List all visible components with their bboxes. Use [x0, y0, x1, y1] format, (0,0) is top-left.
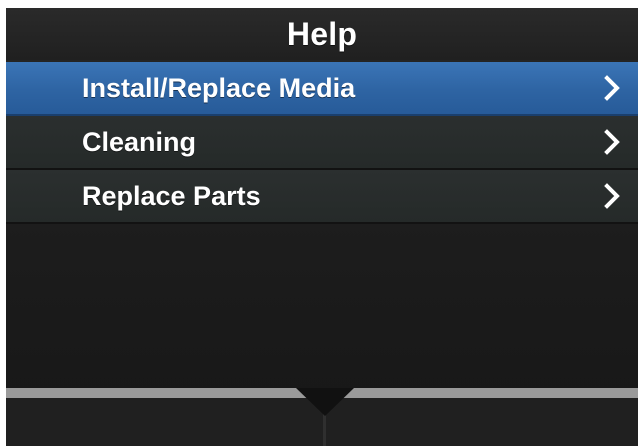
menu-item-install-replace-media[interactable]: Install/Replace Media	[6, 62, 638, 116]
chevron-right-icon	[600, 181, 624, 211]
chevron-right-icon	[600, 127, 624, 157]
menu-item-cleaning[interactable]: Cleaning	[6, 116, 638, 170]
menu-item-label: Cleaning	[82, 126, 197, 157]
page-title: Help	[286, 15, 358, 52]
chevron-right-icon	[600, 73, 624, 103]
title-bar: Help	[6, 8, 638, 60]
menu-item-label: Replace Parts	[82, 180, 261, 211]
help-menu: Install/Replace Media Cleaning Replace P…	[6, 62, 638, 224]
scroll-down-indicator-icon	[296, 388, 354, 418]
bottom-softkey-bar	[6, 388, 638, 446]
device-screen: Help Install/Replace Media Cleaning Repl…	[6, 8, 638, 446]
menu-item-replace-parts[interactable]: Replace Parts	[6, 170, 638, 224]
menu-item-label: Install/Replace Media	[82, 72, 356, 103]
